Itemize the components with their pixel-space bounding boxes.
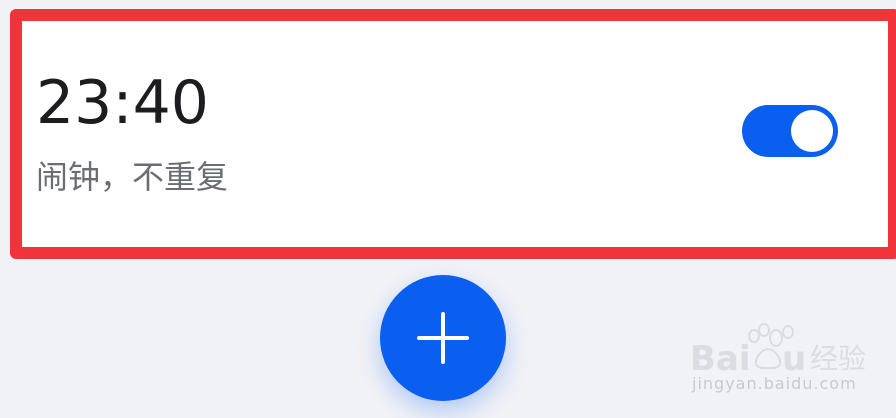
plus-icon-vertical [441,312,445,364]
app-screen: 23:40 闹钟，不重复 Bai u 经验 jingyan.baidu.com [0,0,896,418]
alarm-subtitle: 闹钟，不重复 [36,158,229,196]
add-alarm-button[interactable] [380,275,506,401]
watermark-url: jingyan.baidu.com [692,374,857,393]
svg-text:经验: 经验 [810,342,866,375]
toggle-knob [791,110,833,152]
alarm-time: 23:40 [36,68,209,138]
alarm-card[interactable]: 23:40 闹钟，不重复 [22,21,864,227]
svg-text:u: u [782,339,806,379]
alarm-toggle[interactable] [742,105,838,157]
svg-text:Bai: Bai [690,339,751,379]
